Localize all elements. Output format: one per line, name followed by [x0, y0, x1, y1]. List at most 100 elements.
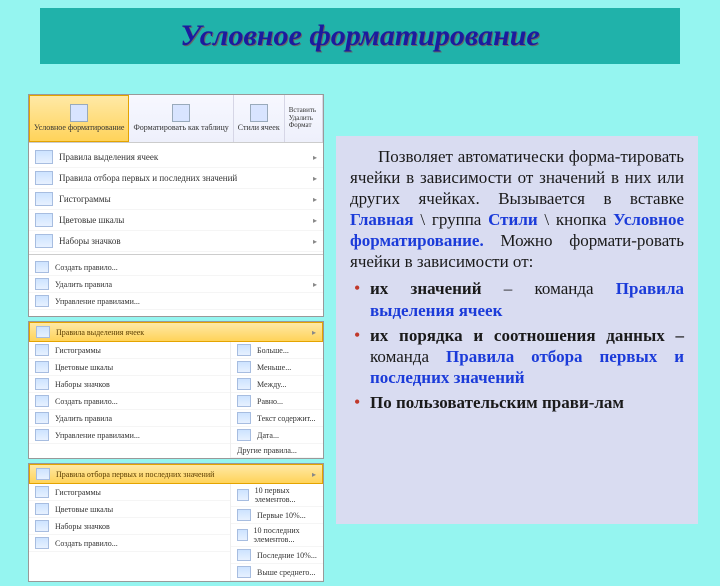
op-icon [237, 566, 251, 578]
chevron-right-icon: ▸ [312, 470, 316, 479]
submenu-header-topbottom: Правила отбора первых и последних значен… [29, 464, 323, 484]
ribbon-label: Условное форматирование [34, 124, 124, 132]
menu-item-iconsets[interactable]: Наборы значков [29, 518, 230, 535]
conditional-formatting-button[interactable]: Условное форматирование [29, 95, 129, 142]
menu-label: Создать правило... [55, 263, 118, 272]
menu-item-new-rule[interactable]: Создать правило... [29, 535, 230, 552]
format-cmd[interactable]: Формат [289, 122, 312, 129]
op-icon [237, 378, 251, 390]
menu-label: 10 первых элементов... [255, 486, 317, 504]
menu-label: Наборы значков [59, 236, 121, 246]
sub-date[interactable]: Дата... [231, 427, 323, 444]
menu-item-databars[interactable]: Гистограммы [29, 484, 230, 501]
menu-item-colorscales[interactable]: Цветовые шкалы▸ [29, 210, 323, 231]
text-run: По пользовательским прави-лам [370, 393, 624, 412]
sub-bottom10[interactable]: 10 последних элементов... [231, 524, 323, 547]
menu-label: Создать правило... [55, 397, 118, 406]
databars-icon [35, 192, 53, 206]
op-icon [237, 344, 251, 356]
menu-label: Правила выделения ячеек [59, 152, 158, 162]
op-icon [237, 412, 251, 424]
bullet-values: их значений – команда Правила выделения … [370, 278, 684, 320]
sub-less[interactable]: Меньше... [231, 359, 323, 376]
op-icon [237, 361, 251, 373]
menu-label: Наборы значков [55, 380, 110, 389]
sub-equal[interactable]: Равно... [231, 393, 323, 410]
ribbon: Условное форматирование Форматировать ка… [29, 95, 323, 143]
menu-label: Меньше... [257, 363, 291, 372]
colorscales-icon [35, 213, 53, 227]
clear-icon [35, 278, 49, 290]
manage-icon [35, 295, 49, 307]
op-icon [237, 395, 251, 407]
sub-greater[interactable]: Больше... [231, 342, 323, 359]
conditional-formatting-icon [70, 104, 88, 122]
screenshots-column: Условное форматирование Форматировать ка… [28, 94, 324, 586]
op-icon [237, 489, 249, 501]
cell-styles-icon [250, 104, 268, 122]
menu-item-new-rule[interactable]: Создать правило... [29, 259, 323, 276]
menu-label: Гистограммы [59, 194, 111, 204]
menu-label: Гистограммы [55, 488, 101, 497]
sub-top10pct[interactable]: Первые 10%... [231, 507, 323, 524]
menu-item-databars[interactable]: Гистограммы ▸ [29, 189, 323, 210]
sub-text[interactable]: Текст содержит... [231, 410, 323, 427]
menu-item-iconsets[interactable]: Наборы значков [29, 376, 230, 393]
screenshot-2: Правила выделения ячеек▸ Гистограммы Цве… [28, 321, 324, 459]
menu-item-databars[interactable]: Гистограммы [29, 342, 230, 359]
manage-icon [35, 429, 49, 441]
menu-item-clear-rules[interactable]: Удалить правила▸ [29, 276, 323, 293]
menu-label: Последние 10%... [257, 551, 317, 560]
chevron-right-icon: ▸ [312, 328, 316, 337]
op-icon [237, 549, 251, 561]
text-run-styles: Стили [488, 210, 538, 229]
bullet-custom: По пользовательским прави-лам [370, 392, 684, 413]
sub-other[interactable]: Другие правила... [231, 444, 323, 458]
menu-item-manage-rules[interactable]: Управление правилами... [29, 427, 230, 444]
menu-item-colorscales[interactable]: Цветовые шкалы [29, 359, 230, 376]
menu-label: Управление правилами... [55, 297, 140, 306]
menu-label: Цветовые шкалы [55, 363, 113, 372]
menu-item-iconsets[interactable]: Наборы значков▸ [29, 231, 323, 252]
separator [29, 254, 323, 255]
menu-item-manage-rules[interactable]: Управление правилами... [29, 293, 323, 310]
text-run: их порядка и соотношения данных – [370, 326, 684, 345]
menu-label: Удалить правила [55, 280, 112, 289]
menu-label: 10 последних элементов... [254, 526, 317, 544]
ribbon-label: Форматировать как таблицу [133, 124, 228, 132]
menu-label: Правила отбора первых и последних значен… [59, 173, 237, 183]
menu-item-new-rule[interactable]: Создать правило... [29, 393, 230, 410]
databars-icon [35, 486, 49, 498]
colorscales-icon [35, 503, 49, 515]
text-run: Позволяет автоматически форма-тировать я… [350, 147, 684, 208]
chevron-right-icon: ▸ [313, 216, 317, 225]
menu-item-colorscales[interactable]: Цветовые шкалы [29, 501, 230, 518]
iconsets-icon [35, 234, 53, 248]
menu-label: Управление правилами... [55, 431, 140, 440]
ribbon-label: Стили ячеек [238, 124, 280, 132]
sub-bottom10pct[interactable]: Последние 10%... [231, 547, 323, 564]
new-rule-icon [35, 395, 49, 407]
menu-label: Гистограммы [55, 346, 101, 355]
sub-top10[interactable]: 10 первых элементов... [231, 484, 323, 507]
menu-label: Дата... [257, 431, 279, 440]
sub-between[interactable]: Между... [231, 376, 323, 393]
text-run: их значений [370, 279, 482, 298]
screenshot-1: Условное форматирование Форматировать ка… [28, 94, 324, 317]
colorscales-icon [35, 361, 49, 373]
paragraph-intro: Позволяет автоматически форма-тировать я… [350, 146, 684, 272]
sub-above-avg[interactable]: Выше среднего... [231, 564, 323, 581]
menu-item-clear-rules[interactable]: Удалить правила [29, 410, 230, 427]
cell-styles-button[interactable]: Стили ячеек [234, 95, 285, 142]
menu-label: Первые 10%... [257, 511, 306, 520]
menu-label: Между... [257, 380, 286, 389]
databars-icon [35, 344, 49, 356]
format-as-table-button[interactable]: Форматировать как таблицу [129, 95, 233, 142]
chevron-right-icon: ▸ [313, 153, 317, 162]
chevron-right-icon: ▸ [313, 174, 317, 183]
menu-item-highlight-rules[interactable]: Правила выделения ячеек ▸ [29, 147, 323, 168]
iconsets-icon [35, 378, 49, 390]
chevron-right-icon: ▸ [313, 195, 317, 204]
op-icon [237, 509, 251, 521]
menu-item-toplast-rules[interactable]: Правила отбора первых и последних значен… [29, 168, 323, 189]
